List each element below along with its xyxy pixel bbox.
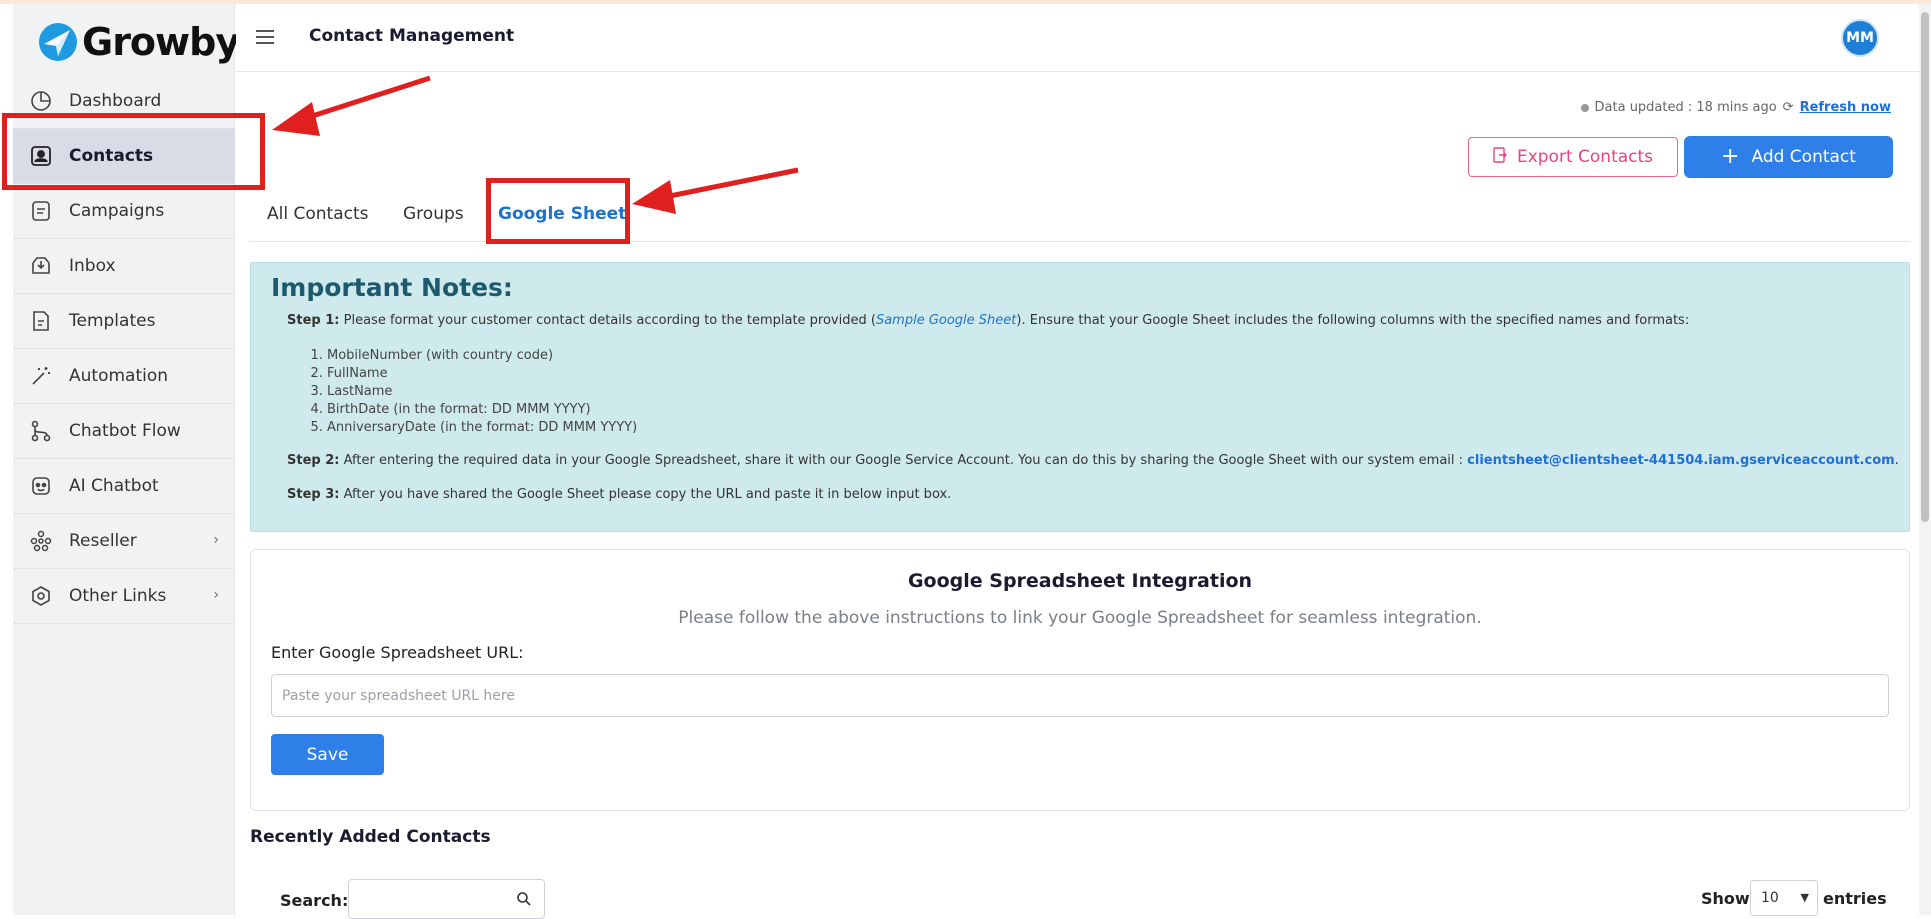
sidebar-item-label: Campaigns xyxy=(69,201,165,221)
sidebar-item-campaigns[interactable]: Campaigns xyxy=(13,184,235,239)
step-1-label: Step 1: xyxy=(287,313,340,328)
menu-toggle-icon[interactable] xyxy=(256,30,274,44)
save-button[interactable]: Save xyxy=(271,734,384,775)
step-3-label: Step 3: xyxy=(287,487,340,502)
service-account-email[interactable]: clientsheet@clientsheet-441504.iam.gserv… xyxy=(1467,453,1895,468)
plus-icon: + xyxy=(1721,144,1740,169)
step-1: Step 1: Please format your customer cont… xyxy=(287,313,1689,328)
step-2-end: . xyxy=(1894,453,1899,468)
step-3-text: After you have shared the Google Sheet p… xyxy=(343,487,952,502)
document-icon xyxy=(29,199,53,223)
arrow-to-contacts-icon xyxy=(272,75,431,136)
logo-text: Growby xyxy=(82,20,240,64)
scrollbar[interactable] xyxy=(1919,4,1931,915)
show-label: Show xyxy=(1701,889,1750,908)
spreadsheet-url-input[interactable] xyxy=(271,674,1889,717)
step-3: Step 3: After you have shared the Google… xyxy=(287,487,951,502)
sample-sheet-link[interactable]: Sample Google Sheet xyxy=(876,313,1016,328)
sidebar-item-other-links[interactable]: Other Links › xyxy=(13,569,235,624)
sidebar-item-label: Dashboard xyxy=(69,91,162,111)
step-1-text-b: ). Ensure that your Google Sheet include… xyxy=(1016,313,1690,328)
tab-all-contacts[interactable]: All Contacts xyxy=(267,204,368,224)
status-text: Data updated : 18 mins ago xyxy=(1594,100,1777,115)
chevron-right-icon: › xyxy=(213,532,219,548)
entries-label: entries xyxy=(1823,889,1887,908)
chevron-right-icon: › xyxy=(213,587,219,603)
sidebar-item-templates[interactable]: Templates xyxy=(13,294,235,349)
integration-title: Google Spreadsheet Integration xyxy=(907,570,1253,592)
template-icon xyxy=(29,309,53,333)
spreadsheet-integration-card: Google Spreadsheet Integration Please fo… xyxy=(250,549,1910,811)
scrollbar-thumb[interactable] xyxy=(1921,12,1929,522)
chevron-down-icon: ▼ xyxy=(1800,891,1809,904)
important-notes: Important Notes: Step 1: Please format y… xyxy=(250,262,1910,532)
step-2-label: Step 2: xyxy=(287,453,340,468)
page-title: Contact Management xyxy=(309,26,515,46)
page-size-select[interactable]: 10 ▼ xyxy=(1750,880,1818,916)
export-icon xyxy=(1493,146,1507,168)
notes-title: Important Notes: xyxy=(271,273,513,302)
sidebar-item-ai-chatbot[interactable]: AI Chatbot xyxy=(13,459,235,514)
sidebar-item-reseller[interactable]: Reseller › xyxy=(13,514,235,569)
sidebar-item-label: Inbox xyxy=(69,256,116,276)
list-item: FullName xyxy=(327,365,637,383)
sidebar-item-label: AI Chatbot xyxy=(69,476,159,496)
integration-subtitle: Please follow the above instructions to … xyxy=(678,608,1482,628)
growby-logo-icon xyxy=(39,23,77,61)
list-item: MobileNumber (with country code) xyxy=(327,347,637,365)
top-header: Contact Management MM xyxy=(236,4,1931,72)
export-contacts-button[interactable]: Export Contacts xyxy=(1468,137,1678,177)
hexagon-icon xyxy=(29,584,53,608)
sidebar-item-chatbot-flow[interactable]: Chatbot Flow xyxy=(13,404,235,459)
network-icon xyxy=(29,529,53,553)
url-label: Enter Google Spreadsheet URL: xyxy=(271,643,524,662)
pie-chart-icon xyxy=(29,89,53,113)
refresh-icon[interactable]: ⟳ xyxy=(1783,100,1794,115)
list-item: LastName xyxy=(327,383,637,401)
export-contacts-label: Export Contacts xyxy=(1516,147,1654,167)
sidebar-item-label: Automation xyxy=(69,366,169,386)
search-input[interactable] xyxy=(348,879,545,919)
add-contact-label: Add Contact xyxy=(1751,147,1856,167)
sidebar-item-label: Chatbot Flow xyxy=(69,421,181,441)
sidebar-item-automation[interactable]: Automation xyxy=(13,349,235,404)
tab-groups[interactable]: Groups xyxy=(403,204,464,224)
flow-icon xyxy=(29,419,53,443)
magic-wand-icon xyxy=(29,364,53,388)
sidebar-item-label: Templates xyxy=(69,311,156,331)
recent-contacts-title: Recently Added Contacts xyxy=(250,827,491,847)
sidebar-item-inbox[interactable]: Inbox xyxy=(13,239,235,294)
search-icon xyxy=(516,891,532,907)
list-item: BirthDate (in the format: DD MMM YYYY) xyxy=(327,401,637,419)
data-status: Data updated : 18 mins ago ⟳ Refresh now xyxy=(1580,100,1891,115)
sidebar-item-label: Other Links xyxy=(69,586,167,606)
robot-icon xyxy=(29,474,53,498)
annotation-box-google-sheet xyxy=(486,178,630,244)
step-2: Step 2: After entering the required data… xyxy=(287,453,1899,468)
list-item: AnniversaryDate (in the format: DD MMM Y… xyxy=(327,419,637,437)
add-contact-button[interactable]: + Add Contact xyxy=(1684,136,1893,178)
avatar[interactable]: MM xyxy=(1841,19,1879,57)
search-label: Search: xyxy=(280,891,349,910)
inbox-icon xyxy=(29,254,53,278)
page-size-value: 10 xyxy=(1761,890,1779,906)
logo[interactable]: Growby xyxy=(38,16,240,68)
refresh-now-link[interactable]: Refresh now xyxy=(1800,100,1891,115)
step-1-text-a: Please format your customer contact deta… xyxy=(343,313,876,328)
status-dot-icon xyxy=(1580,103,1589,112)
annotation-box-contacts xyxy=(2,113,265,190)
sidebar-item-label: Reseller xyxy=(69,531,137,551)
step-2-text: After entering the required data in your… xyxy=(343,453,1464,468)
required-columns-list: MobileNumber (with country code) FullNam… xyxy=(327,347,637,437)
